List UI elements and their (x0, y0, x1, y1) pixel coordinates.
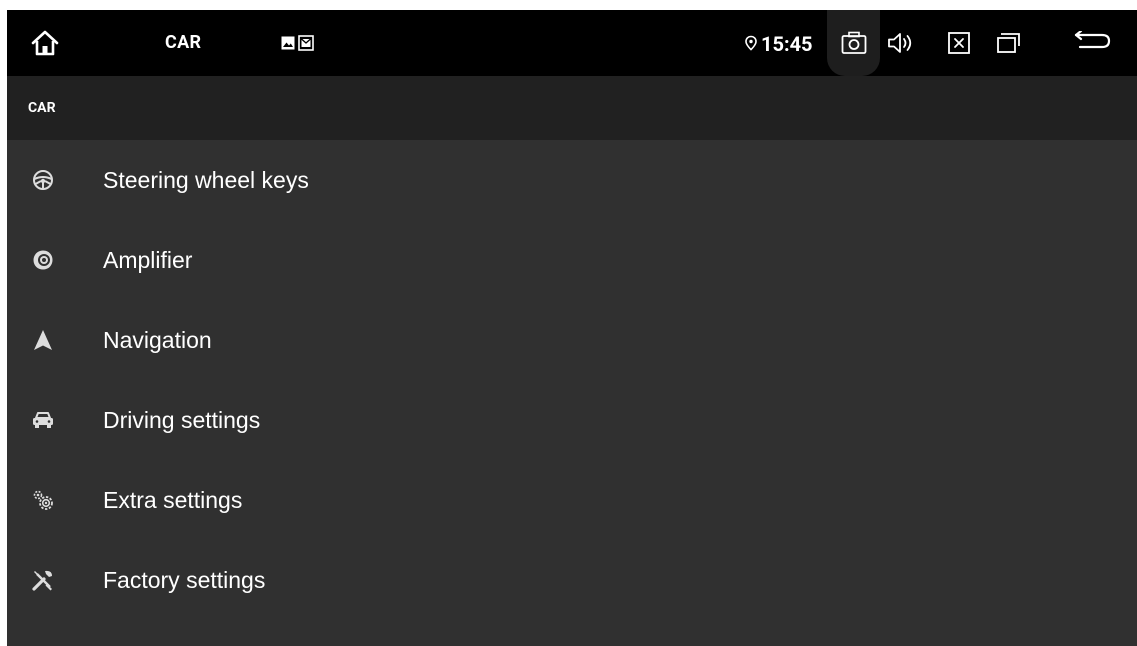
back-icon (1074, 31, 1111, 49)
back-button[interactable] (1067, 27, 1117, 59)
gears-icon (31, 488, 55, 512)
gallery-notification-icon (279, 34, 297, 52)
status-app-title: CAR (165, 32, 202, 53)
close-app-icon (948, 32, 970, 54)
tools-icon (31, 568, 55, 592)
menu-item-navigation[interactable]: Navigation (7, 300, 1137, 380)
home-icon (31, 30, 59, 56)
mail-notification-icon (297, 34, 315, 52)
page-title: CAR (28, 100, 56, 116)
menu-item-factory-settings[interactable]: Factory settings (7, 540, 1137, 620)
menu-item-label: Extra settings (103, 487, 243, 513)
status-time: 15:45 (761, 32, 813, 56)
menu-item-label: Steering wheel keys (103, 167, 309, 193)
menu-item-label: Amplifier (103, 247, 193, 273)
steering-wheel-icon (31, 168, 55, 192)
menu-item-extra-settings[interactable]: Extra settings (7, 460, 1137, 540)
home-button[interactable] (25, 23, 65, 63)
menu-item-steering-wheel-keys[interactable]: Steering wheel keys (7, 140, 1137, 220)
recent-apps-button[interactable] (992, 27, 1026, 59)
recent-apps-icon (997, 33, 1020, 53)
status-bar: CAR 15:45 (7, 10, 1137, 76)
car-settings-screen: CAR 15:45 CAR Steering wheel keys Amplif… (7, 10, 1137, 646)
menu-item-label: Navigation (103, 327, 212, 353)
volume-icon (888, 33, 912, 53)
menu-item-label: Factory settings (103, 567, 266, 593)
menu-item-amplifier[interactable]: Amplifier (7, 220, 1137, 300)
speaker-icon (31, 248, 55, 272)
car-settings-list: Steering wheel keys Amplifier Navigation (7, 140, 1137, 620)
screenshot-camera-icon (841, 31, 866, 54)
car-icon (31, 408, 55, 432)
screenshot-button[interactable] (827, 10, 880, 76)
close-app-button[interactable] (942, 27, 976, 59)
page-header: CAR (7, 76, 1137, 140)
location-icon (744, 35, 758, 51)
volume-button[interactable] (884, 27, 918, 59)
navigation-arrow-icon (31, 328, 55, 352)
menu-item-driving-settings[interactable]: Driving settings (7, 380, 1137, 460)
menu-item-label: Driving settings (103, 407, 261, 433)
